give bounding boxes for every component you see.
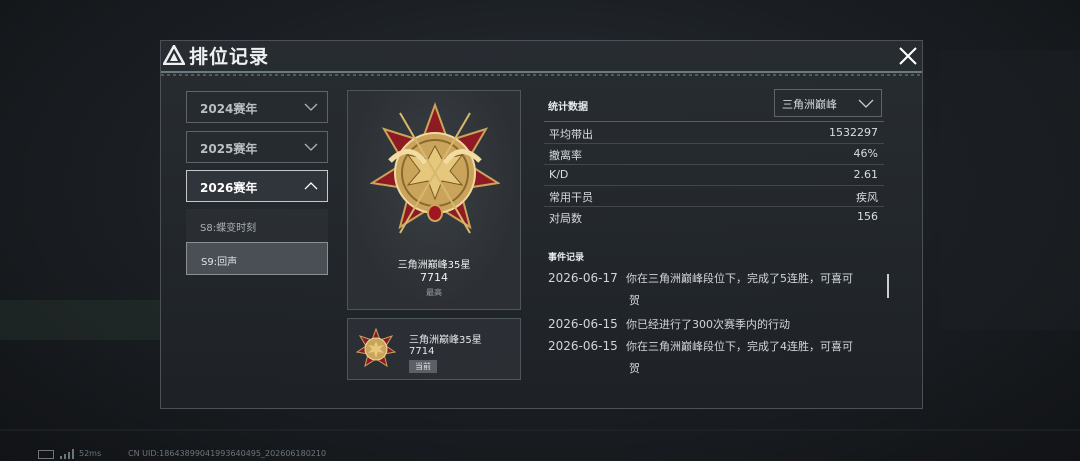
stat-label: 常用干员 — [549, 191, 593, 204]
stat-row-extraction-rate: 撤离率 46% — [544, 144, 884, 165]
event-text: 你已经进行了300次赛季内的行动 — [626, 318, 790, 331]
stat-row-kd: K/D 2.61 — [544, 165, 884, 186]
event-text-continued: 贺 — [629, 294, 640, 307]
event-text: 你在三角洲巅峰段位下，完成了4连胜，可喜可 — [626, 340, 853, 353]
current-rank-tag: 当前 — [409, 360, 437, 373]
stats-title: 统计数据 — [548, 102, 588, 113]
events-title: 事件记录 — [548, 253, 585, 263]
events-scrollbar[interactable] — [887, 274, 889, 298]
stat-value: 1532297 — [829, 126, 878, 139]
event-date: 2026-06-17 — [548, 271, 618, 285]
season-item-s8[interactable]: S8:蝶变时刻 — [186, 209, 328, 242]
highest-rank-name: 三角洲巅峰35星 — [397, 260, 471, 271]
chevron-down-icon — [304, 103, 318, 111]
highest-rank-card: 三角洲巅峰35星 7714 最高 — [347, 90, 521, 310]
year-label: 2025赛年 — [200, 142, 258, 156]
close-icon[interactable] — [894, 42, 922, 70]
stat-value: 156 — [857, 210, 878, 223]
event-item: 2026-06-15 你已经进行了300次赛季内的行动 — [548, 313, 878, 336]
event-item: 2026-06-17 你在三角洲巅峰段位下，完成了5连胜，可喜可 贺 — [548, 267, 878, 312]
event-date: 2026-06-15 — [548, 317, 618, 331]
season-label: S9:回声 — [201, 257, 238, 268]
ping-readout: 52ms — [79, 449, 102, 458]
events-list[interactable]: 2026-06-17 你在三角洲巅峰段位下，完成了5连胜，可喜可 贺 2026-0… — [544, 267, 884, 379]
stat-row-main-operator: 常用干员 疾风 — [544, 186, 884, 207]
stat-row-matches: 对局数 156 — [544, 207, 884, 228]
year-2024-button[interactable]: 2024赛年 — [186, 91, 328, 123]
year-2026-button[interactable]: 2026赛年 — [186, 170, 328, 202]
delta-logo-icon — [163, 45, 185, 65]
rank-filter-dropdown[interactable]: 三角洲巅峰 — [774, 89, 882, 117]
rank-medal-small-icon — [356, 328, 396, 368]
current-rank-card: 三角洲巅峰35星 7714 当前 — [347, 318, 521, 380]
page-title: 排位记录 — [189, 46, 270, 68]
uid-footer: CN UID:18643899041993640495_202606180210 — [128, 449, 327, 458]
season-label: S8:蝶变时刻 — [200, 223, 257, 234]
event-date: 2026-06-15 — [548, 339, 618, 353]
battery-icon — [38, 450, 54, 459]
highest-rank-tag: 最高 — [426, 288, 442, 297]
stat-value: 46% — [853, 147, 878, 160]
chevron-down-icon — [304, 143, 318, 151]
event-text-continued: 贺 — [629, 362, 640, 375]
rank-filter-value: 三角洲巅峰 — [782, 98, 837, 111]
stat-value: 疾风 — [856, 191, 878, 204]
chevron-down-icon — [858, 99, 874, 108]
title-bar: 排位记录 — [161, 41, 922, 76]
current-rank-name: 三角洲巅峰35星 — [409, 335, 482, 346]
rank-medal-icon — [370, 102, 500, 234]
stat-label: 撤离率 — [549, 149, 582, 162]
ranking-record-panel: 排位记录 2024赛年 2025赛年 2026赛年 S8:蝶变时刻 S9:回声 — [160, 40, 923, 409]
year-2025-button[interactable]: 2025赛年 — [186, 131, 328, 163]
stat-label: K/D — [549, 168, 569, 181]
stat-value: 2.61 — [853, 168, 879, 181]
signal-icon — [60, 449, 74, 459]
year-label: 2026赛年 — [200, 181, 258, 195]
stat-label: 对局数 — [549, 212, 582, 225]
stat-row-average-extract: 平均带出 1532297 — [544, 123, 884, 144]
chevron-up-icon — [304, 182, 318, 190]
event-item: 2026-06-15 你在三角洲巅峰段位下，完成了4连胜，可喜可 贺 — [548, 335, 878, 379]
stats-divider — [544, 121, 884, 122]
current-rank-score: 7714 — [409, 346, 435, 357]
highest-rank-score: 7714 — [420, 271, 448, 284]
event-text: 你在三角洲巅峰段位下，完成了5连胜，可喜可 — [626, 272, 853, 285]
season-item-s9[interactable]: S9:回声 — [186, 242, 328, 275]
year-label: 2024赛年 — [200, 102, 258, 116]
stat-label: 平均带出 — [549, 128, 593, 141]
